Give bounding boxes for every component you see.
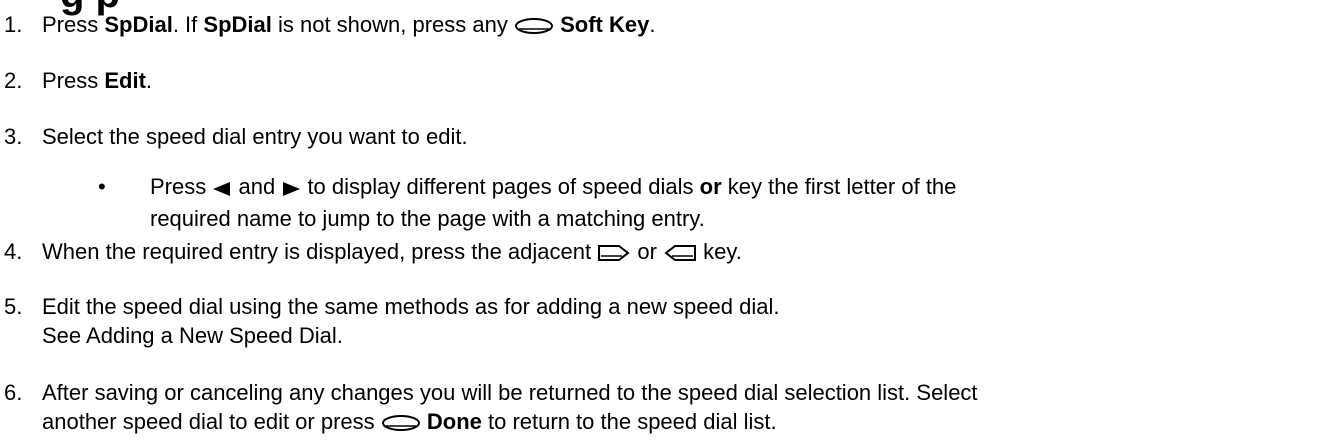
step-number: 6.: [4, 380, 23, 405]
left-arrow-key-icon: [212, 175, 232, 204]
step-number: 2.: [4, 68, 23, 93]
step-text: . If: [172, 12, 204, 37]
see-also-text: See Adding a New Speed Dial.: [42, 323, 343, 348]
bullet-dot: •: [98, 174, 106, 199]
bullet-text-bold: or: [699, 174, 722, 199]
done-label: Done: [426, 409, 482, 434]
step-number: 3.: [4, 124, 23, 149]
spdial-label: SpDial: [203, 12, 272, 37]
bullet-text-line-2: required name to jump to the page with a…: [150, 206, 705, 231]
step-text: .: [145, 68, 153, 93]
step-text: When the required entry is displayed, pr…: [42, 239, 598, 264]
step-text: Select the speed dial entry you want to …: [42, 124, 468, 149]
step-text: Edit the speed dial using the same metho…: [42, 294, 780, 319]
spdial-label: SpDial: [104, 12, 173, 37]
step-number: 5.: [4, 294, 23, 319]
step-6: 6. After saving or canceling any changes…: [4, 378, 978, 439]
step-text: key.: [703, 239, 742, 264]
step-text: is not shown, press any: [271, 12, 514, 37]
soft-key-icon: [514, 13, 554, 42]
step-text: After saving or canceling any changes yo…: [42, 380, 978, 405]
step-1: 1. Press SpDial. If SpDial is not shown,…: [4, 10, 655, 42]
step-text: or: [637, 239, 664, 264]
bullet-text-part: and: [238, 174, 282, 199]
step-4: 4. When the required entry is displayed,…: [4, 237, 742, 269]
bullet-text-part: key the first letter of the: [721, 174, 957, 199]
step-5: 5. Edit the speed dial using the same me…: [4, 292, 779, 350]
right-line-key-icon: [597, 240, 631, 269]
step-number: 4.: [4, 239, 23, 264]
step-3: 3. Select the speed dial entry you want …: [4, 122, 468, 151]
step-text: to return to the speed dial list.: [481, 409, 777, 434]
step-2: 2. Press Edit.: [4, 66, 152, 95]
bullet-text: Press and to display different pages of …: [150, 172, 1250, 233]
step-3-bullet: • Press and to display different pages o…: [98, 172, 1298, 232]
soft-key-label: Soft Key: [560, 12, 650, 37]
step-number: 1.: [4, 12, 23, 37]
bullet-text-part: Press: [150, 174, 213, 199]
left-line-key-icon: [663, 240, 697, 269]
soft-key-icon: [381, 410, 421, 439]
edit-label: Edit: [104, 68, 146, 93]
bullet-text-part: to display different pages of speed dial…: [307, 174, 700, 199]
step-text: .: [649, 12, 656, 37]
right-arrow-key-icon: [281, 175, 301, 204]
step-text: Press: [42, 12, 105, 37]
step-text: another speed dial to edit or press: [42, 409, 381, 434]
step-text: Press: [42, 68, 105, 93]
